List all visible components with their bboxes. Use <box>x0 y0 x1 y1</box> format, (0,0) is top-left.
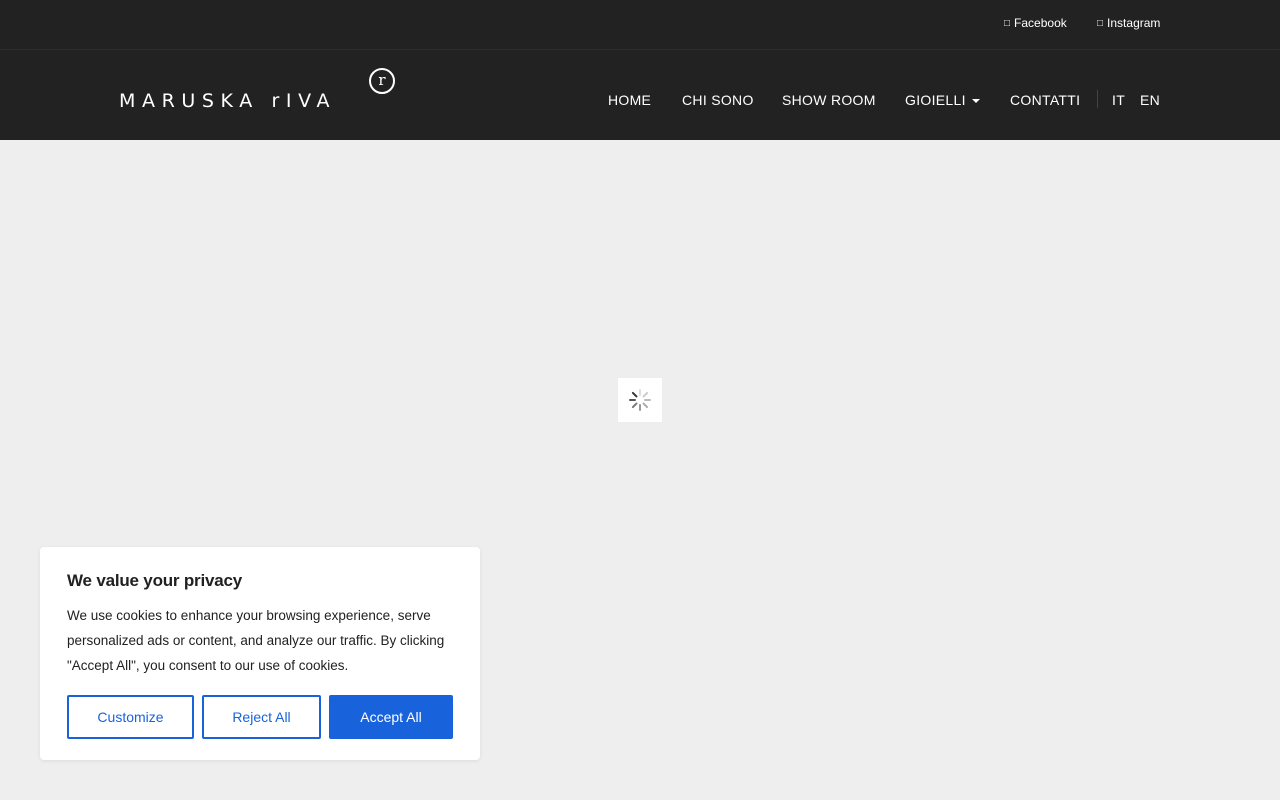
cookie-title: We value your privacy <box>67 571 243 590</box>
loading-spinner-icon <box>629 389 651 411</box>
site-logo[interactable]: MARUSKA rIVA r <box>119 67 409 117</box>
cookie-consent-panel: We value your privacy We use cookies to … <box>40 547 480 760</box>
nav-gioielli-label: GIOIELLI <box>905 92 966 108</box>
nav-chi-sono[interactable]: CHI SONO <box>682 92 754 108</box>
language-it[interactable]: IT <box>1112 92 1125 108</box>
top-bar: □ Facebook □ Instagram <box>0 0 1280 50</box>
facebook-icon: □ <box>1004 17 1011 29</box>
accept-all-button[interactable]: Accept All <box>329 695 453 739</box>
instagram-label: Instagram <box>1107 16 1161 30</box>
nav-home[interactable]: HOME <box>608 92 651 108</box>
customize-button[interactable]: Customize <box>67 695 194 739</box>
caret-down-icon <box>971 99 980 104</box>
nav-gioielli[interactable]: GIOIELLI <box>905 92 980 108</box>
nav-show-room[interactable]: SHOW ROOM <box>782 92 876 108</box>
instagram-icon: □ <box>1097 17 1104 29</box>
facebook-label: Facebook <box>1014 16 1067 30</box>
logo-wordmark: MARUSKA rIVA <box>119 90 337 112</box>
logo-circle-r-icon: r <box>369 68 395 94</box>
facebook-link[interactable]: □ Facebook <box>1004 16 1067 30</box>
language-en[interactable]: EN <box>1140 92 1160 108</box>
nav-contatti[interactable]: CONTATTI <box>1010 92 1080 108</box>
cookie-description: We use cookies to enhance your browsing … <box>67 608 445 673</box>
reject-all-button[interactable]: Reject All <box>202 695 321 739</box>
site-header: MARUSKA rIVA r HOME CHI SONO SHOW ROOM G… <box>0 50 1280 140</box>
nav-divider <box>1097 90 1098 108</box>
instagram-link[interactable]: □ Instagram <box>1097 16 1160 30</box>
loading-box <box>618 378 662 422</box>
